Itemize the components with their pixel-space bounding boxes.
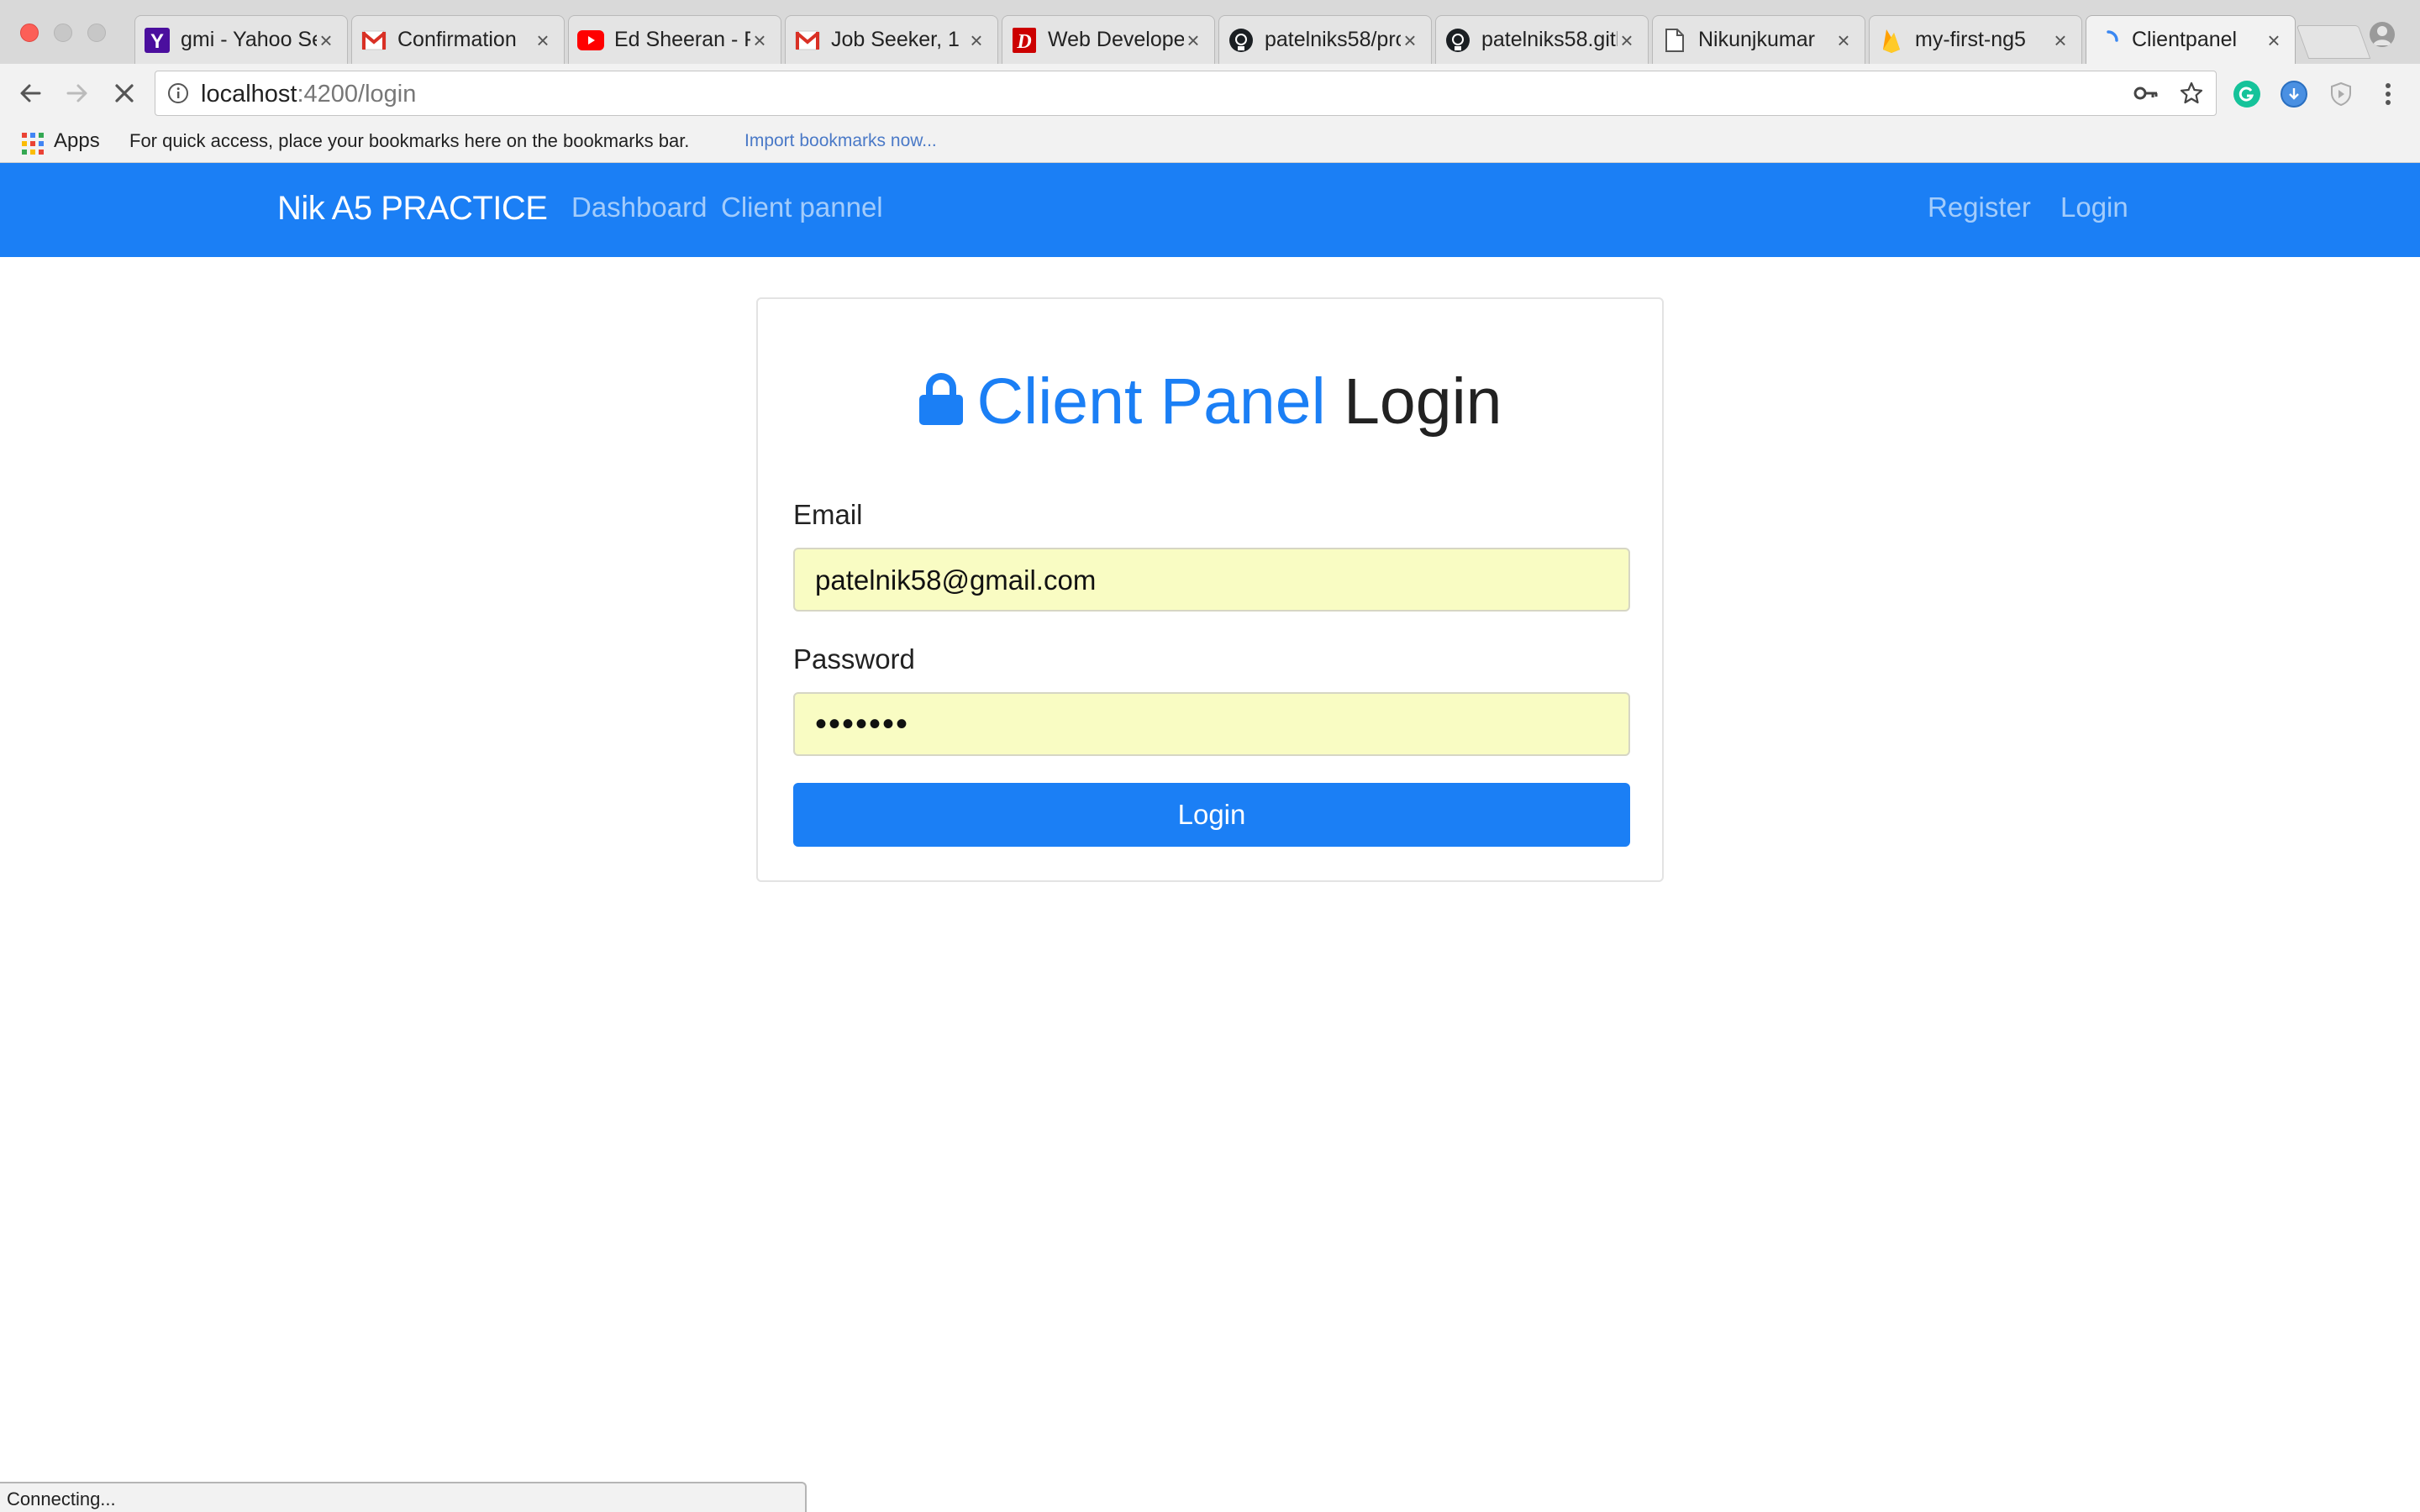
tab-close-icon[interactable]: × [1834,29,1853,51]
tab-close-icon[interactable]: × [2265,29,2283,51]
browser-tab[interactable]: Job Seeker, 1 × [785,15,998,64]
tab-title: Nikunjkumar [1698,28,1815,51]
browser-tab[interactable]: Nikunjkumar × [1652,15,1865,64]
password-label: Password [793,643,915,675]
window-zoom-button[interactable] [87,24,106,42]
tab-close-icon[interactable]: × [1618,29,1636,51]
profile-icon[interactable] [2370,22,2395,47]
document-icon [1661,27,1688,54]
tab-title: Job Seeker, 1 [831,28,960,51]
firebase-icon [1878,27,1905,54]
url-host: localhost [201,81,297,108]
github-icon [1228,27,1255,54]
new-tab-button[interactable] [2296,25,2371,59]
address-bar[interactable]: localhost:4200/login [155,71,2217,116]
bookmarks-hint-text: For quick access, place your bookmarks h… [129,130,690,151]
email-field[interactable]: patelnik58@gmail.com [793,548,1630,612]
tab-title: patelniks58.github.io [1481,28,1618,51]
stop-loading-icon[interactable] [109,78,139,108]
browser-tab[interactable]: Ed Sheeran - Perfect × [568,15,781,64]
menu-kebab-icon[interactable] [2375,81,2402,108]
navbar-brand[interactable]: Nik A5 PRACTICE [277,190,548,228]
import-bookmarks-link[interactable]: Import bookmarks now... [744,131,937,151]
nav-link-client-pannel[interactable]: Client pannel [721,192,883,223]
youtube-icon [577,27,604,54]
browser-tab[interactable]: patelniks58.github.io × [1435,15,1649,64]
bookmark-star-icon[interactable] [2179,81,2204,110]
browser-tab[interactable]: Confirmation × [351,15,565,64]
tab-title: Web Developer [1048,28,1184,51]
bookmarks-bar: Apps For quick access, place your bookma… [0,123,2420,163]
email-value: patelnik58@gmail.com [815,564,1097,596]
password-field[interactable]: ••••••• [793,692,1630,756]
browser-tab[interactable]: my-first-ng5 × [1869,15,2082,64]
login-card: Client Panel Login Email patelnik58@gmai… [756,297,1664,882]
tab-close-icon[interactable]: × [750,29,769,51]
tab-title: Clientpanel [2132,28,2238,51]
browser-tab[interactable]: patelniks58/project × [1218,15,1432,64]
svg-text:D: D [1016,31,1031,53]
tab-title: my-first-ng5 [1915,28,2026,51]
dice-icon: D [1011,27,1038,54]
tab-close-icon[interactable]: × [967,29,986,51]
apps-grid-icon[interactable] [22,133,44,155]
login-submit-button[interactable]: Login [793,783,1630,847]
email-label: Email [793,499,863,530]
tab-title: patelniks58/project [1265,28,1401,51]
window-minimize-button[interactable] [54,24,72,42]
tab-close-icon[interactable]: × [534,29,552,51]
download-extension-icon[interactable] [2281,81,2307,108]
lock-icon [918,366,965,425]
page-title: Client Panel Login [758,365,1662,439]
tab-title: Ed Sheeran - Perfect [614,28,750,51]
url-text[interactable]: localhost:4200/login [201,81,416,108]
browser-tab-active[interactable]: Clientpanel × [2086,15,2296,64]
nav-link-register[interactable]: Register [1928,192,2031,223]
window-close-button[interactable] [20,24,39,42]
github-icon [1444,27,1471,54]
tab-title: gmi - Yahoo Search [181,28,317,51]
tab-close-icon[interactable]: × [1184,29,1202,51]
forward-button[interactable] [62,78,92,108]
shield-extension-icon[interactable] [2328,81,2354,108]
info-icon[interactable] [167,82,189,108]
tab-title: Confirmation [397,28,517,51]
browser-tab[interactable]: Y gmi - Yahoo Search × [134,15,348,64]
browser-tab[interactable]: D Web Developer × [1002,15,1215,64]
nav-link-login[interactable]: Login [2060,192,2128,223]
tab-strip: Y gmi - Yahoo Search × Confirmation × Ed… [0,0,2420,64]
gmail-icon [360,27,387,54]
url-path: :4200/login [297,81,417,108]
tab-close-icon[interactable]: × [317,29,335,51]
grammarly-icon[interactable] [2233,81,2260,108]
gmail-icon [794,27,821,54]
apps-bookmark[interactable]: Apps [54,129,100,153]
back-button[interactable] [15,78,45,108]
title-login-text: Login [1344,365,1502,438]
tab-close-icon[interactable]: × [1401,29,1419,51]
loading-spinner-icon [2095,27,2122,54]
password-value: ••••••• [815,706,910,743]
yahoo-icon: Y [144,27,171,54]
svg-text:Y: Y [150,30,164,53]
tab-close-icon[interactable]: × [2051,29,2070,51]
browser-toolbar: localhost:4200/login [0,64,2420,123]
status-bubble: Connecting... [0,1482,807,1512]
title-brand-text: Client Panel [976,365,1326,438]
app-navbar: Nik A5 PRACTICE Dashboard Client pannel … [0,163,2420,257]
nav-link-dashboard[interactable]: Dashboard [571,192,707,223]
key-icon[interactable] [2133,83,2159,108]
